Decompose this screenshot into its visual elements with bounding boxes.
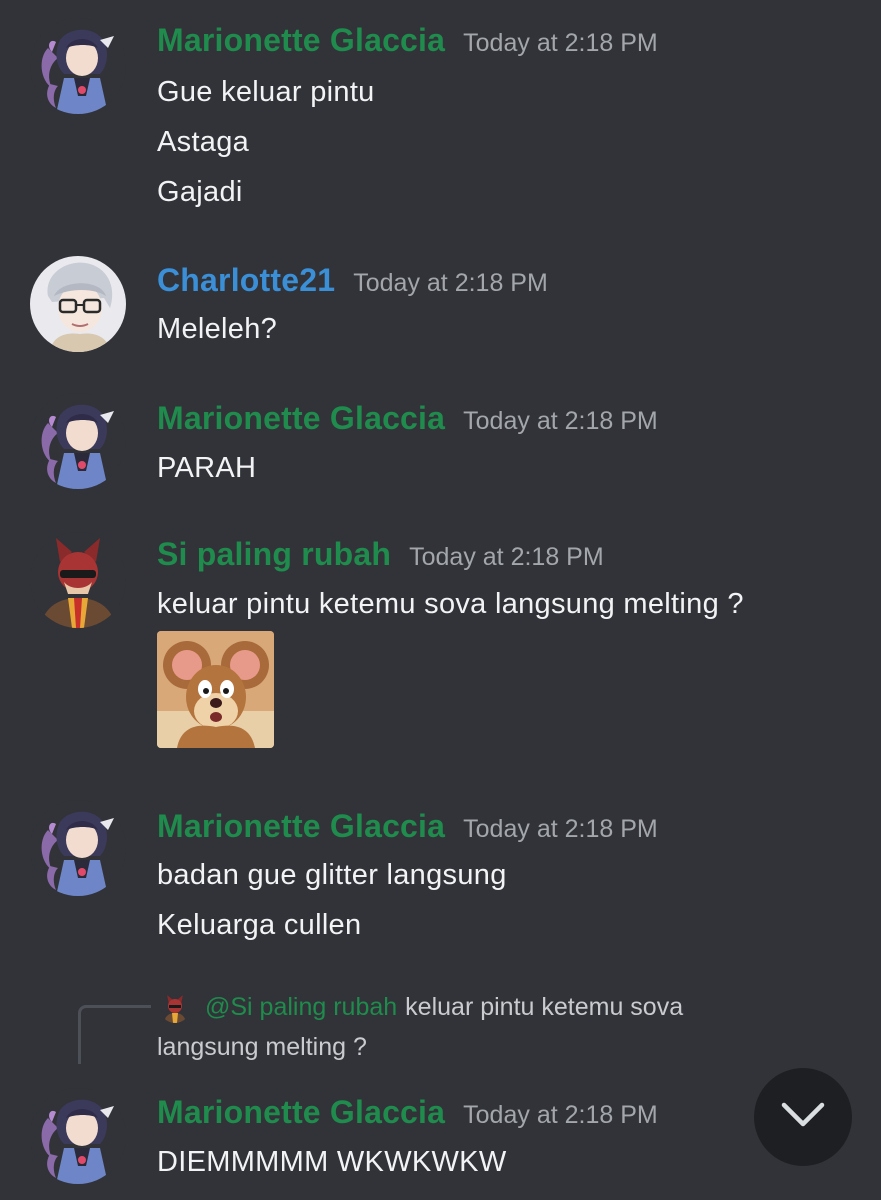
message-text: DIEMMMMM WKWKWKW <box>157 1146 507 1178</box>
timestamp: Today at 2:18 PM <box>463 1101 658 1129</box>
message-text: keluar pintu ketemu sova langsung meltin… <box>157 588 744 620</box>
chevron-down-icon <box>780 1101 826 1134</box>
avatar[interactable] <box>30 393 126 489</box>
message-header: Marionette Glaccia Today at 2:18 PM <box>157 1094 658 1131</box>
message-text: Gajadi <box>157 176 243 208</box>
jump-to-present-button[interactable] <box>754 1068 852 1166</box>
timestamp: Today at 2:18 PM <box>463 407 658 435</box>
avatar[interactable] <box>30 532 126 628</box>
reply-line: @Si paling rubah keluar pintu ketemu sova <box>205 993 683 1022</box>
timestamp: Today at 2:18 PM <box>463 29 658 57</box>
reply-spine <box>78 1005 151 1064</box>
reply-text: keluar pintu ketemu sova <box>405 993 684 1021</box>
chat-scroll-area[interactable]: Marionette Glaccia Today at 2:18 PM Gue k… <box>0 0 881 1200</box>
username[interactable]: Marionette Glaccia <box>157 22 445 58</box>
username[interactable]: Marionette Glaccia <box>157 400 445 436</box>
avatar[interactable] <box>30 1088 126 1184</box>
reply-avatar <box>160 993 190 1023</box>
message-header: Si paling rubah Today at 2:18 PM <box>157 536 604 573</box>
timestamp: Today at 2:18 PM <box>409 543 604 571</box>
timestamp: Today at 2:18 PM <box>353 269 548 297</box>
message-text: badan gue glitter langsung <box>157 859 507 891</box>
reply-mention[interactable]: @Si paling rubah <box>205 993 397 1021</box>
jerry-mouse-sticker[interactable] <box>157 631 274 748</box>
message-header: Marionette Glaccia Today at 2:18 PM <box>157 400 658 437</box>
avatar[interactable] <box>30 800 126 896</box>
message-header: Charlotte21 Today at 2:18 PM <box>157 262 548 299</box>
timestamp: Today at 2:18 PM <box>463 815 658 843</box>
reply-text-continued: langsung melting ? <box>157 1033 367 1061</box>
message-text: Meleleh? <box>157 313 278 345</box>
message-text: Gue keluar pintu <box>157 76 375 108</box>
message-header: Marionette Glaccia Today at 2:18 PM <box>157 22 658 59</box>
message-header: Marionette Glaccia Today at 2:18 PM <box>157 808 658 845</box>
username[interactable]: Marionette Glaccia <box>157 808 445 844</box>
avatar[interactable] <box>30 256 126 352</box>
message-text: Keluarga cullen <box>157 909 362 941</box>
reply-preview[interactable]: @Si paling rubah keluar pintu ketemu sova… <box>0 985 881 1065</box>
message-text: PARAH <box>157 452 257 484</box>
username[interactable]: Si paling rubah <box>157 536 391 572</box>
message-text: Astaga <box>157 126 250 158</box>
avatar[interactable] <box>30 18 126 114</box>
username[interactable]: Marionette Glaccia <box>157 1094 445 1130</box>
username[interactable]: Charlotte21 <box>157 262 335 298</box>
